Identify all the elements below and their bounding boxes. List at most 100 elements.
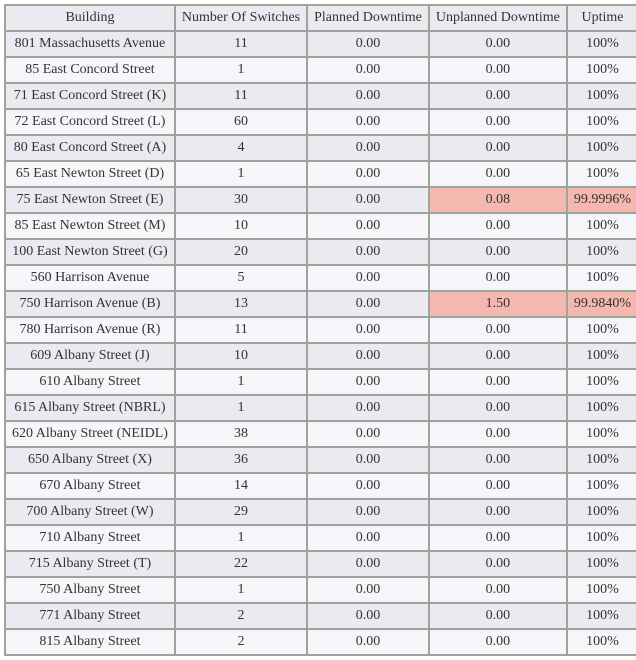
cell-building: 771 Albany Street bbox=[6, 604, 174, 628]
table-row: 650 Albany Street (X)360.000.00100% bbox=[6, 448, 636, 472]
cell-unplanned: 0.00 bbox=[430, 84, 566, 108]
cell-uptime: 100% bbox=[568, 318, 636, 342]
cell-unplanned: 1.50 bbox=[430, 292, 566, 316]
cell-switches: 60 bbox=[176, 110, 306, 134]
table-row: 71 East Concord Street (K)110.000.00100% bbox=[6, 84, 636, 108]
cell-planned: 0.00 bbox=[308, 500, 428, 524]
cell-unplanned: 0.00 bbox=[430, 578, 566, 602]
cell-switches: 11 bbox=[176, 32, 306, 56]
cell-planned: 0.00 bbox=[308, 344, 428, 368]
cell-building: 71 East Concord Street (K) bbox=[6, 84, 174, 108]
table-row: 815 Albany Street20.000.00100% bbox=[6, 630, 636, 654]
table-row: 620 Albany Street (NEIDL)380.000.00100% bbox=[6, 422, 636, 446]
cell-uptime: 100% bbox=[568, 630, 636, 654]
cell-planned: 0.00 bbox=[308, 630, 428, 654]
cell-building: 85 East Newton Street (M) bbox=[6, 214, 174, 238]
cell-planned: 0.00 bbox=[308, 526, 428, 550]
cell-unplanned: 0.00 bbox=[430, 474, 566, 498]
cell-unplanned: 0.00 bbox=[430, 240, 566, 264]
cell-building: 620 Albany Street (NEIDL) bbox=[6, 422, 174, 446]
cell-switches: 5 bbox=[176, 266, 306, 290]
cell-uptime: 100% bbox=[568, 266, 636, 290]
cell-unplanned: 0.00 bbox=[430, 266, 566, 290]
table-row: 715 Albany Street (T)220.000.00100% bbox=[6, 552, 636, 576]
table-row: 771 Albany Street20.000.00100% bbox=[6, 604, 636, 628]
cell-unplanned: 0.00 bbox=[430, 344, 566, 368]
cell-switches: 36 bbox=[176, 448, 306, 472]
cell-switches: 11 bbox=[176, 84, 306, 108]
cell-unplanned: 0.00 bbox=[430, 604, 566, 628]
table-row: 700 Albany Street (W)290.000.00100% bbox=[6, 500, 636, 524]
cell-planned: 0.00 bbox=[308, 32, 428, 56]
cell-switches: 1 bbox=[176, 58, 306, 82]
cell-unplanned: 0.00 bbox=[430, 552, 566, 576]
cell-planned: 0.00 bbox=[308, 240, 428, 264]
cell-switches: 14 bbox=[176, 474, 306, 498]
cell-unplanned: 0.00 bbox=[430, 136, 566, 160]
cell-uptime: 100% bbox=[568, 240, 636, 264]
cell-building: 710 Albany Street bbox=[6, 526, 174, 550]
cell-switches: 10 bbox=[176, 214, 306, 238]
cell-planned: 0.00 bbox=[308, 578, 428, 602]
cell-switches: 10 bbox=[176, 344, 306, 368]
cell-uptime: 100% bbox=[568, 500, 636, 524]
cell-planned: 0.00 bbox=[308, 110, 428, 134]
table-row: 85 East Concord Street10.000.00100% bbox=[6, 58, 636, 82]
cell-building: 815 Albany Street bbox=[6, 630, 174, 654]
cell-unplanned: 0.00 bbox=[430, 630, 566, 654]
col-unplanned: Unplanned Downtime bbox=[430, 6, 566, 30]
cell-uptime: 100% bbox=[568, 422, 636, 446]
cell-planned: 0.00 bbox=[308, 552, 428, 576]
cell-uptime: 100% bbox=[568, 344, 636, 368]
cell-building: 750 Albany Street bbox=[6, 578, 174, 602]
cell-unplanned: 0.00 bbox=[430, 500, 566, 524]
cell-building: 80 East Concord Street (A) bbox=[6, 136, 174, 160]
cell-switches: 1 bbox=[176, 370, 306, 394]
cell-unplanned: 0.08 bbox=[430, 188, 566, 212]
col-building: Building bbox=[6, 6, 174, 30]
cell-building: 715 Albany Street (T) bbox=[6, 552, 174, 576]
cell-switches: 29 bbox=[176, 500, 306, 524]
cell-uptime: 100% bbox=[568, 552, 636, 576]
table-row: 780 Harrison Avenue (R)110.000.00100% bbox=[6, 318, 636, 342]
cell-uptime: 100% bbox=[568, 214, 636, 238]
cell-building: 609 Albany Street (J) bbox=[6, 344, 174, 368]
cell-uptime: 100% bbox=[568, 84, 636, 108]
cell-planned: 0.00 bbox=[308, 58, 428, 82]
cell-building: 650 Albany Street (X) bbox=[6, 448, 174, 472]
cell-planned: 0.00 bbox=[308, 370, 428, 394]
table-row: 750 Harrison Avenue (B)130.001.5099.9840… bbox=[6, 292, 636, 316]
cell-uptime: 100% bbox=[568, 448, 636, 472]
table-row: 615 Albany Street (NBRL)10.000.00100% bbox=[6, 396, 636, 420]
col-planned: Planned Downtime bbox=[308, 6, 428, 30]
cell-unplanned: 0.00 bbox=[430, 526, 566, 550]
col-uptime: Uptime bbox=[568, 6, 636, 30]
cell-building: 670 Albany Street bbox=[6, 474, 174, 498]
cell-planned: 0.00 bbox=[308, 162, 428, 186]
cell-building: 65 East Newton Street (D) bbox=[6, 162, 174, 186]
cell-uptime: 99.9996% bbox=[568, 188, 636, 212]
cell-planned: 0.00 bbox=[308, 292, 428, 316]
cell-unplanned: 0.00 bbox=[430, 32, 566, 56]
cell-unplanned: 0.00 bbox=[430, 318, 566, 342]
cell-uptime: 100% bbox=[568, 110, 636, 134]
cell-uptime: 100% bbox=[568, 526, 636, 550]
cell-unplanned: 0.00 bbox=[430, 58, 566, 82]
table-row: 750 Albany Street10.000.00100% bbox=[6, 578, 636, 602]
cell-switches: 4 bbox=[176, 136, 306, 160]
col-switches: Number Of Switches bbox=[176, 6, 306, 30]
cell-planned: 0.00 bbox=[308, 474, 428, 498]
cell-switches: 1 bbox=[176, 526, 306, 550]
cell-planned: 0.00 bbox=[308, 266, 428, 290]
cell-switches: 20 bbox=[176, 240, 306, 264]
uptime-table: Building Number Of Switches Planned Down… bbox=[4, 4, 636, 656]
table-row: 75 East Newton Street (E)300.000.0899.99… bbox=[6, 188, 636, 212]
cell-uptime: 100% bbox=[568, 58, 636, 82]
cell-building: 100 East Newton Street (G) bbox=[6, 240, 174, 264]
cell-unplanned: 0.00 bbox=[430, 370, 566, 394]
cell-building: 72 East Concord Street (L) bbox=[6, 110, 174, 134]
cell-switches: 13 bbox=[176, 292, 306, 316]
cell-switches: 22 bbox=[176, 552, 306, 576]
cell-switches: 1 bbox=[176, 162, 306, 186]
cell-building: 75 East Newton Street (E) bbox=[6, 188, 174, 212]
